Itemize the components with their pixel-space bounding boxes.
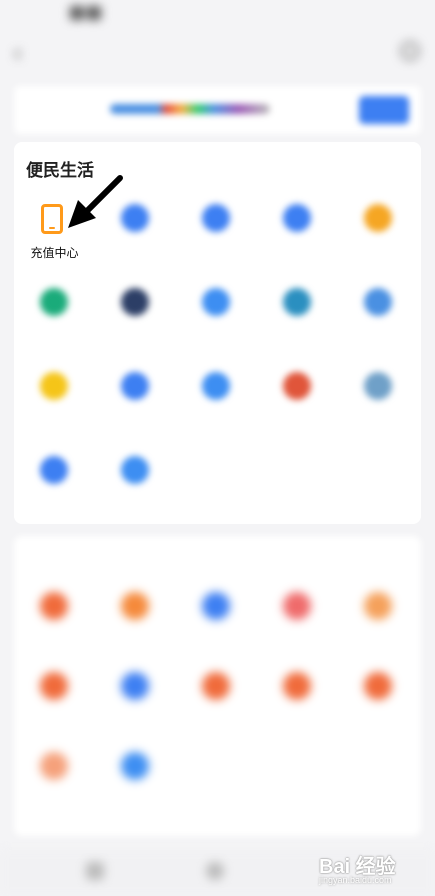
grid-item[interactable]	[95, 592, 176, 674]
phone-icon	[41, 204, 63, 234]
pointer-arrow	[68, 175, 123, 228]
triangle-icon	[364, 288, 392, 316]
colorful-banner	[110, 104, 270, 114]
sun-icon	[40, 372, 68, 400]
folder-icon	[364, 204, 392, 232]
grid-item[interactable]	[95, 752, 176, 834]
grid-item[interactable]	[257, 672, 338, 754]
grid-item-label: 充值中心	[30, 246, 79, 260]
circle-icon	[364, 592, 392, 620]
leaf-icon	[40, 288, 68, 316]
search-icon[interactable]	[401, 42, 419, 60]
grid-item[interactable]	[338, 288, 419, 370]
house-icon	[202, 672, 230, 700]
top-card	[14, 86, 421, 134]
grid-item[interactable]	[338, 672, 419, 754]
grid-item[interactable]	[257, 288, 338, 370]
grid-item[interactable]	[338, 204, 419, 286]
bag-icon	[121, 456, 149, 484]
status-bar	[0, 0, 435, 26]
target-icon	[283, 592, 311, 620]
grid-item[interactable]	[14, 456, 95, 538]
glasses-icon	[364, 672, 392, 700]
circle-icon	[121, 592, 149, 620]
calendar-icon	[121, 672, 149, 700]
basket-icon	[40, 592, 68, 620]
grid-item[interactable]	[14, 288, 95, 370]
grid-item[interactable]	[176, 372, 257, 454]
status-notification-icons	[70, 6, 104, 20]
header: ‹	[0, 30, 435, 74]
search-circle-icon	[40, 456, 68, 484]
grid-item[interactable]	[176, 592, 257, 674]
watermark-url: jingyan.baidu.com	[319, 875, 392, 885]
back-button[interactable]: ‹	[14, 40, 21, 66]
nav-back-icon[interactable]	[86, 862, 104, 880]
dot-icon	[283, 372, 311, 400]
square-icon	[121, 372, 149, 400]
top-card-button[interactable]	[359, 96, 409, 124]
grid-item[interactable]	[14, 372, 95, 454]
nav-home-icon[interactable]	[206, 862, 224, 880]
hanger-icon	[364, 372, 392, 400]
grid-item[interactable]	[257, 372, 338, 454]
heart-icon	[40, 672, 68, 700]
grid-item[interactable]	[176, 672, 257, 754]
grid-item[interactable]	[95, 456, 176, 538]
wave-icon	[283, 672, 311, 700]
heart-icon	[202, 204, 230, 232]
grid-item[interactable]	[95, 372, 176, 454]
circle-icon	[40, 752, 68, 780]
grid-item[interactable]	[14, 672, 95, 754]
baidu-watermark: Bai 经验 jingyan.baidu.com	[315, 850, 421, 890]
ring-icon	[202, 288, 230, 316]
bus-icon	[202, 372, 230, 400]
doc-icon	[202, 592, 230, 620]
grid-item[interactable]	[14, 592, 95, 674]
grid-item[interactable]	[95, 672, 176, 754]
grid-item[interactable]	[176, 204, 257, 286]
section-second	[14, 536, 421, 836]
grid-item[interactable]	[338, 372, 419, 454]
grid-item[interactable]	[257, 592, 338, 674]
doc-icon	[283, 204, 311, 232]
globe-icon	[283, 288, 311, 316]
grid-item[interactable]	[338, 592, 419, 674]
grid-item[interactable]	[176, 288, 257, 370]
car-icon	[121, 288, 149, 316]
bag-icon	[121, 752, 149, 780]
grid-item[interactable]	[257, 204, 338, 286]
grid-item[interactable]	[14, 752, 95, 834]
grid-item[interactable]	[95, 288, 176, 370]
